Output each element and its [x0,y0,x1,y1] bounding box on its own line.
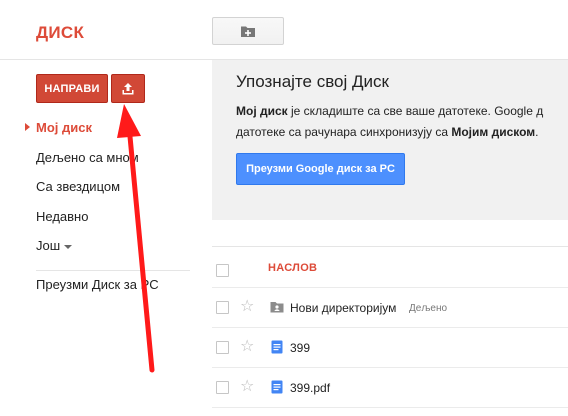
folder-plus-icon [241,26,255,37]
google-doc-icon [271,380,283,394]
download-drive-button[interactable]: Преузми Google диск за PC [236,153,405,185]
file-name[interactable]: Нови директоријум [290,301,396,315]
row-divider [212,327,568,328]
active-item-caret-icon [25,123,30,131]
file-name[interactable]: 399 [290,341,310,355]
file-name[interactable]: 399.pdf [290,381,330,395]
welcome-text: Мој диск је складиште са све ваше датоте… [236,101,568,143]
row-divider [212,287,568,288]
sidebar-item-more[interactable]: Још [36,238,73,253]
brand-title[interactable]: ДИСК [36,23,84,43]
sidebar-item-more-label: Још [36,238,61,253]
list-top-divider [212,246,568,247]
column-header-title[interactable]: НАСЛОВ [268,262,317,274]
welcome-line1-rest: је складиште са све ваше датотеке. Googl… [287,104,544,118]
row-checkbox[interactable] [216,341,229,354]
sidebar-item-recent[interactable]: Недавно [36,209,88,224]
sidebar-item-download-pc[interactable]: Преузми Диск за PC [36,277,159,292]
shared-badge: Дељено [409,303,448,314]
welcome-line1-bold: Мој диск [236,104,288,118]
row-checkbox[interactable] [216,301,229,314]
welcome-panel: Упознајте свој Диск Мој диск је складишт… [212,60,568,220]
sidebar-item-starred[interactable]: Са звездицом [36,179,120,194]
row-divider [212,407,568,408]
welcome-line2-bold: Мојим диском [451,125,536,139]
google-doc-icon [271,340,283,354]
chevron-down-icon [64,244,73,249]
row-divider [212,367,568,368]
row-checkbox[interactable] [216,381,229,394]
sidebar-divider [36,270,190,271]
welcome-title: Упознајте свој Диск [236,72,389,91]
sidebar-item-my-drive[interactable]: Мој диск [36,120,92,135]
upload-button[interactable] [111,74,145,103]
drive-app: ДИСК НАПРАВИ Мој диск Дељено са мном Са … [0,0,568,416]
welcome-line2-start: датотеке са рачунара синхронизују са [236,125,452,139]
select-all-checkbox[interactable] [216,264,229,277]
shared-folder-icon [270,302,284,313]
star-icon[interactable]: ☆ [240,339,254,355]
create-button[interactable]: НАПРАВИ [36,74,108,103]
welcome-line2-end: . [535,125,539,139]
top-header: ДИСК [0,0,568,60]
sidebar: НАПРАВИ [0,60,212,416]
sidebar-item-shared-with-me[interactable]: Дељено са мном [36,150,139,165]
star-icon[interactable]: ☆ [240,299,254,315]
new-folder-button[interactable] [212,17,284,45]
star-icon[interactable]: ☆ [240,379,254,395]
upload-icon [122,82,134,94]
